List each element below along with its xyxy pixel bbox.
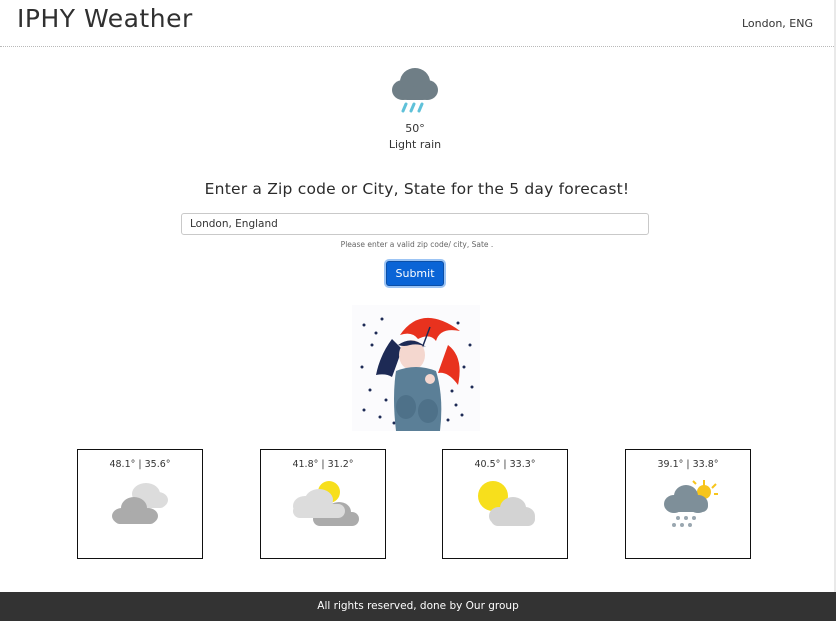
location-search-input[interactable] [181,213,649,235]
forecast-temp-range: 39.1° | 33.8° [657,459,719,470]
forecast-card: 48.1° | 35.6° [77,449,203,559]
location-label: London, ENG [741,17,813,30]
forecast-temp-range: 41.8° | 31.2° [292,459,354,470]
page: IPHY Weather London, ENG 50° Light rain … [0,0,836,621]
cloudy-icon [112,483,168,524]
forecast-card: 40.5° | 33.3° [442,449,568,559]
forecast-card: 41.8° | 31.2° [260,449,386,559]
forecast-temp-range: 40.5° | 33.3° [474,459,536,470]
current-weather: 50° Light rain [360,60,470,151]
rain-cloud-icon [392,68,438,113]
validation-hint: Please enter a valid zip code/ city, Sat… [340,240,494,249]
forecast-card: 39.1° | 33.8° [625,449,751,559]
footer: All rights reserved, done by Our group [0,592,836,621]
snow-cloud-icon [664,480,718,527]
submit-button[interactable]: Submit [386,261,444,286]
sun-behind-cloud-icon [478,481,535,526]
header: IPHY Weather London, ENG [0,0,834,47]
search-prompt: Enter a Zip code or City, State for the … [204,180,630,198]
current-temp: 50° [405,122,425,135]
partly-cloudy-icon [293,481,359,526]
current-description: Light rain [388,138,442,151]
app-title: IPHY Weather [17,4,193,33]
forecast-temp-range: 48.1° | 35.6° [109,459,171,470]
girl-with-umbrella-illustration [352,305,480,431]
